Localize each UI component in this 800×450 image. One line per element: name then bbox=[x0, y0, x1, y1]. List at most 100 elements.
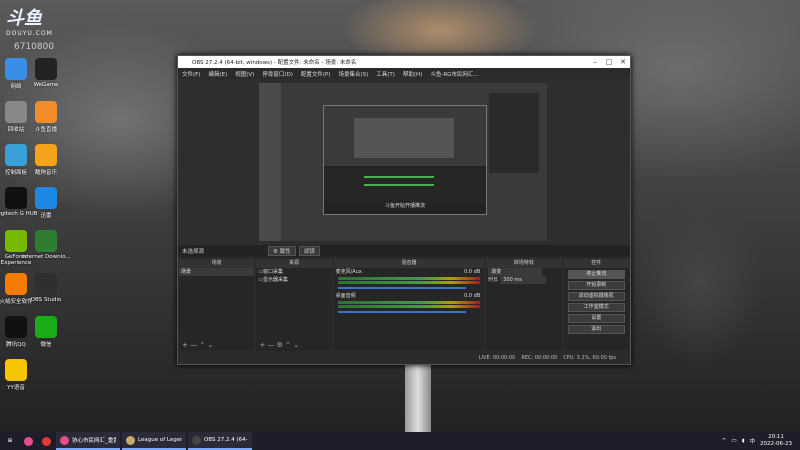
menu-item[interactable]: 停靠窗口(D) bbox=[258, 70, 297, 78]
ime-indicator[interactable]: 中 bbox=[750, 437, 756, 445]
volume-slider[interactable] bbox=[337, 287, 467, 289]
up-icon[interactable]: ⌃ bbox=[285, 341, 291, 349]
cpu-status: CPU: 3.1%, 60.00 fps bbox=[563, 355, 616, 361]
up-icon[interactable]: ⌃ bbox=[199, 341, 205, 349]
obs-titlebar[interactable]: OBS 27.2.4 (64-bit, windows) - 配置文件: 未命名… bbox=[178, 56, 630, 68]
obs-title: OBS 27.2.4 (64-bit, windows) - 配置文件: 未命名… bbox=[192, 60, 357, 66]
taskbar-app[interactable]: OBS 27.2.4 (64-bi... bbox=[188, 432, 252, 450]
desktop-icon-label: 斗鱼直播 bbox=[34, 127, 57, 133]
down-icon[interactable]: ⌄ bbox=[293, 341, 299, 349]
chevron-up-icon[interactable]: ^ bbox=[722, 438, 727, 444]
mixer-channel: 桌面音频 0.0 dB bbox=[334, 292, 485, 300]
desktop-icon[interactable]: 酷狗音乐 bbox=[21, 144, 71, 176]
app-icon bbox=[60, 435, 69, 445]
control-button[interactable]: 启动虚拟摄像机 bbox=[567, 292, 625, 301]
desktop-icon[interactable]: 微信 bbox=[21, 316, 71, 348]
idm-icon bbox=[35, 230, 57, 252]
xunlei-icon bbox=[35, 187, 57, 209]
source-item[interactable]: ▭ 显示器采集 bbox=[256, 276, 331, 284]
remove-icon[interactable]: — bbox=[267, 341, 274, 349]
taskbar-app[interactable]: League of Legends bbox=[122, 432, 186, 450]
maximize-icon[interactable]: □ bbox=[602, 58, 616, 66]
desktop-icon[interactable]: YY语音 bbox=[0, 359, 41, 391]
clock-date: 2022-06-23 bbox=[760, 441, 792, 447]
duration-row: 时长 300 ms bbox=[486, 276, 561, 284]
obs-statusbar: LIVE: 00:00:00 REC: 00:00:00 CPU: 3.1%, … bbox=[178, 352, 630, 364]
volume-slider[interactable] bbox=[337, 311, 467, 313]
inner-caption: 斗鱼开始开播推流 bbox=[384, 203, 425, 209]
menu-item[interactable]: 场景集合(S) bbox=[334, 70, 372, 78]
system-tray: ^ ▭ ◖ 中 20:11 2022-06-23 bbox=[722, 432, 800, 450]
obs-window[interactable]: OBS 27.2.4 (64-bit, windows) - 配置文件: 未命名… bbox=[177, 55, 631, 365]
down-icon[interactable]: ⌄ bbox=[207, 341, 213, 349]
controls-dock: 控件 停止推流 开始录制 启动虚拟摄像机 工作室模式 设置 退出 bbox=[563, 259, 629, 351]
watermark-logo: 斗鱼 bbox=[6, 8, 42, 29]
desktop-icon[interactable]: WeGame bbox=[21, 58, 71, 88]
clock[interactable]: 20:11 2022-06-23 bbox=[760, 434, 792, 448]
scenes-dock-title: 场景 bbox=[179, 259, 255, 268]
menu-item[interactable]: 斗鱼-RG市民网汇... bbox=[426, 70, 482, 78]
windows-start-icon[interactable]: ⊞ bbox=[0, 432, 20, 450]
desktop-icon[interactable]: OBS Studio bbox=[21, 273, 71, 303]
close-icon[interactable]: ✕ bbox=[616, 58, 630, 66]
douyu-icon bbox=[35, 101, 57, 123]
volume-meter bbox=[337, 305, 481, 308]
app-icon bbox=[192, 435, 201, 445]
menu-item[interactable]: 文件(F) bbox=[178, 70, 204, 78]
mixer-dock-title: 混音器 bbox=[333, 259, 485, 268]
controls-list: 停止推流开始录制启动虚拟摄像机 工作室模式设置退出 bbox=[564, 270, 629, 334]
control-button[interactable]: 退出 bbox=[567, 325, 625, 334]
volume-meter bbox=[337, 281, 481, 284]
properties-button[interactable]: ⚙ 属性 bbox=[268, 246, 296, 256]
scene-item[interactable]: 场景 bbox=[179, 268, 255, 276]
desktop-icon-label: 迅雷 bbox=[40, 213, 52, 219]
gear-icon[interactable]: ⚙ bbox=[277, 341, 283, 349]
filters-button[interactable]: 滤镜 bbox=[298, 246, 320, 256]
add-icon[interactable]: + bbox=[182, 341, 188, 349]
network-icon[interactable]: ▭ bbox=[731, 438, 736, 444]
transition-select[interactable]: 渐变 bbox=[486, 268, 561, 276]
channel-db: 0.0 dB bbox=[464, 269, 481, 275]
channel-db: 0.0 dB bbox=[464, 293, 481, 299]
obs-docks: 场景 场景 + — ⌃ ⌄ 来源 ▭ 窗口采集 ▭ 显示器采集 + — ⚙ ⌃ … bbox=[178, 259, 630, 351]
desktop-icon-label: OBS Studio bbox=[30, 297, 62, 303]
volume-icon[interactable]: ◖ bbox=[742, 438, 745, 444]
source-item-label: 窗口采集 bbox=[263, 269, 284, 275]
scenes-dock: 场景 场景 + — ⌃ ⌄ bbox=[179, 259, 255, 351]
nested-monitor bbox=[489, 93, 539, 173]
taskbar-app-icon[interactable] bbox=[20, 432, 38, 450]
control-button[interactable]: 设置 bbox=[567, 314, 625, 323]
desktop-icon[interactable]: 斗鱼直播 bbox=[21, 101, 71, 133]
kugou-icon bbox=[35, 144, 57, 166]
nested-obs-preview: 斗鱼开始开播推流 bbox=[323, 105, 487, 215]
menu-item[interactable]: 配置文件(P) bbox=[297, 70, 335, 78]
obs-preview[interactable]: 斗鱼开始开播推流 bbox=[178, 79, 630, 245]
desktop-icon[interactable]: Internet Downlo... bbox=[21, 230, 71, 260]
sources-dock: 来源 ▭ 窗口采集 ▭ 显示器采集 + — ⚙ ⌃ ⌄ bbox=[256, 259, 332, 351]
source-item-label: 显示器采集 bbox=[263, 277, 289, 283]
taskbar-app-label: League of Legends bbox=[138, 437, 182, 443]
control-button[interactable]: 工作室模式 bbox=[567, 303, 625, 312]
menu-item[interactable]: 视图(V) bbox=[231, 70, 258, 78]
desktop-icon[interactable]: 迅雷 bbox=[21, 187, 71, 219]
transitions-dock-title: 转场特效 bbox=[486, 259, 562, 268]
control-button[interactable]: 开始录制 bbox=[567, 281, 625, 290]
remove-icon[interactable]: — bbox=[190, 341, 197, 349]
sources-toolbar: + — ⚙ ⌃ ⌄ bbox=[256, 341, 332, 351]
no-source-label: 未选择源 bbox=[182, 249, 205, 255]
menu-item[interactable]: 编辑(E) bbox=[204, 70, 231, 78]
menu-item[interactable]: 工具(T) bbox=[372, 70, 399, 78]
transitions-dock: 转场特效 渐变 时长 300 ms bbox=[486, 259, 562, 351]
add-icon[interactable]: + bbox=[259, 341, 265, 349]
duration-input[interactable]: 300 ms bbox=[500, 276, 547, 284]
menu-item[interactable]: 帮助(H) bbox=[399, 70, 426, 78]
control-button[interactable]: 停止推流 bbox=[567, 270, 625, 279]
sources-dock-title: 来源 bbox=[256, 259, 332, 268]
taskbar-app[interactable]: 协心市民网汇_重置... bbox=[56, 432, 120, 450]
source-item[interactable]: ▭ 窗口采集 bbox=[256, 268, 331, 276]
yy-icon bbox=[5, 359, 27, 381]
desktop: 斗鱼 DOUYU.COM 6710800 网络 WeGame 回收站 斗鱼直播 控制面板… bbox=[0, 0, 800, 432]
preview-scene: 斗鱼开始开播推流 bbox=[259, 83, 547, 241]
taskbar-app-icon[interactable] bbox=[38, 432, 56, 450]
minimize-icon[interactable]: – bbox=[588, 58, 602, 66]
